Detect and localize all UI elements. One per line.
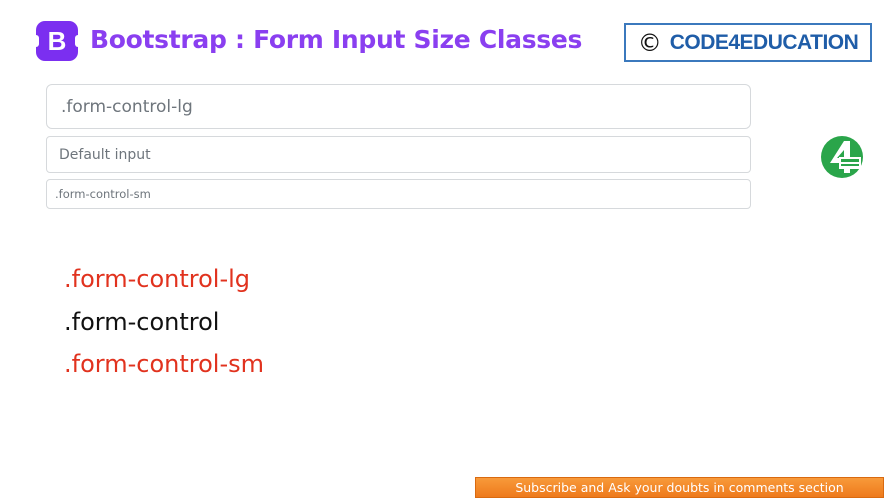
large-input[interactable] xyxy=(46,84,751,129)
bootstrap-logo-letter: B xyxy=(47,25,67,56)
small-input[interactable] xyxy=(46,179,751,209)
page-title: Bootstrap : Form Input Size Classes xyxy=(90,25,583,54)
bootstrap-logo-icon: B xyxy=(33,21,81,61)
class-label-large: .form-control-lg xyxy=(64,265,250,293)
class-label-small: .form-control-sm xyxy=(64,350,264,378)
copyright-icon: © xyxy=(637,28,662,57)
class-label-default: .form-control xyxy=(64,308,220,336)
brand-name: CODE4EDUCATION xyxy=(669,30,859,54)
brand-badge: © CODE4EDUCATION xyxy=(624,23,872,62)
subscribe-banner: Subscribe and Ask your doubts in comment… xyxy=(475,477,884,498)
default-input[interactable] xyxy=(46,136,751,173)
code4education-logo-icon xyxy=(821,136,863,178)
